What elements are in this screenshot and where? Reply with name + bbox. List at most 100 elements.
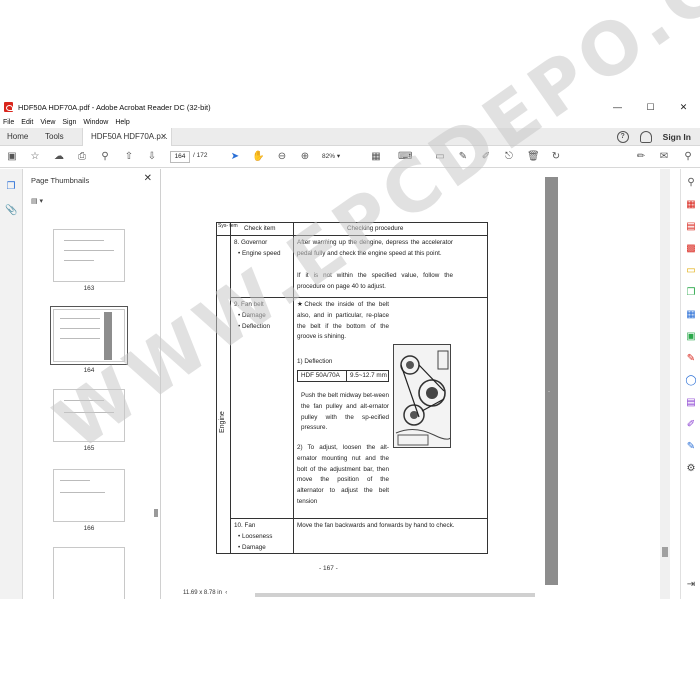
menu-help[interactable]: Help (115, 119, 129, 126)
acrobat-logo-icon (4, 102, 13, 112)
maximize-button[interactable]: ☐ (634, 97, 667, 117)
organize-pages-icon[interactable]: ▦ (685, 309, 697, 321)
zoom-search-icon[interactable]: ⚲ (685, 177, 697, 189)
menu-view[interactable]: View (40, 119, 55, 126)
zoom-level-value: 82% (322, 153, 336, 160)
help-icon[interactable]: ? (616, 131, 629, 143)
row-governor-item: 8. Governor (234, 239, 268, 246)
thumbnail-page-163[interactable] (53, 229, 125, 282)
checking-table: Sys- tem Check item Checking procedure E… (216, 222, 488, 554)
tab-bar-right: ? Sign In (616, 128, 700, 146)
page-size-value: 11.69 x 8.78 in (183, 590, 222, 596)
page-thumbnails-panel: Page Thumbnails ✕ ▤ ▾ 163 164 165 166 (23, 169, 161, 599)
tab-tools[interactable]: Tools (45, 128, 64, 146)
row-fan-sub-1: • Looseness (238, 533, 273, 540)
printed-page-number: - 167 - (319, 565, 338, 572)
save-icon[interactable]: ▣ (6, 151, 18, 163)
tab-document[interactable]: HDF50A HDF70A.p... ✕ (82, 128, 172, 146)
edit-pdf-icon[interactable]: ▩ (685, 243, 697, 255)
page-total: / 172 (193, 152, 208, 159)
thumbnail-label: 165 (83, 445, 95, 452)
fill-sign-tool-icon[interactable]: ✎ (685, 353, 697, 365)
horizontal-scroll-thumb[interactable] (255, 593, 535, 597)
next-page-icon[interactable]: ⇩ (146, 151, 158, 163)
thumbnail-label: 163 (83, 285, 95, 292)
stamp-icon[interactable]: ⎋ (503, 151, 515, 163)
zoom-level-select[interactable]: 82% ▾ (322, 151, 356, 163)
row-fan-sub-2: • Damage (238, 544, 266, 551)
thumbnail-page-165[interactable] (53, 389, 125, 442)
comment-icon[interactable]: ▭ (434, 151, 446, 163)
close-tab-icon[interactable]: ✕ (160, 128, 167, 146)
comment-tool-icon[interactable]: ▭ (685, 265, 697, 277)
engine-drawing (394, 345, 450, 447)
notifications-bell-icon[interactable] (639, 131, 652, 143)
thumbnail-page-166[interactable] (53, 469, 125, 522)
row-governor-procedure-1: After warming up the dengine, depress th… (297, 239, 453, 257)
left-navigation-rail: ❐ 📎 (0, 169, 23, 599)
thumbnail-page-167[interactable] (53, 547, 125, 599)
keyboard-icon[interactable]: ⌨ (398, 151, 412, 163)
thumbnail-options-icon[interactable]: ▤ ▾ (31, 197, 49, 207)
menu-window[interactable]: Window (83, 119, 108, 126)
page-thumbnails-icon[interactable]: ❐ (5, 181, 17, 193)
menu-file[interactable]: File (3, 119, 14, 126)
draw-pen-icon[interactable]: ✐ (480, 151, 492, 163)
more-tools-icon[interactable]: ⚙ (685, 463, 697, 475)
push-instruction: Push the belt midway bet-ween the fan pu… (301, 392, 389, 432)
adjust-instruction: 2) To adjust, loosen the alt-ernator mou… (297, 444, 389, 505)
thumbnail-page-164[interactable] (53, 309, 125, 362)
row-governor-sub: • Engine speed (238, 250, 281, 257)
measure-icon[interactable]: ✎ (685, 441, 697, 453)
menu-bar: File Edit View Sign Window Help (0, 117, 700, 128)
vertical-scrollbar[interactable] (660, 169, 670, 599)
scan-ocr-icon[interactable]: ▣ (685, 331, 697, 343)
page-fit-icon[interactable]: ▦ (370, 151, 382, 163)
combine-files-icon[interactable]: ❐ (685, 287, 697, 299)
prepare-form-icon[interactable]: ▤ (685, 397, 697, 409)
create-pdf-icon[interactable]: ▤ (685, 221, 697, 233)
panel-title: Page Thumbnails (31, 176, 90, 185)
minimize-button[interactable]: — (601, 97, 634, 117)
deflection-title: 1) Deflection (297, 358, 333, 365)
hand-tool-icon[interactable]: ✋ (252, 151, 264, 163)
vertical-scroll-thumb[interactable] (662, 547, 668, 557)
zoom-in-icon[interactable]: ⊕ (299, 151, 311, 163)
menu-sign[interactable]: Sign (62, 119, 76, 126)
horizontal-scrollbar[interactable] (175, 590, 655, 599)
search-icon[interactable]: ⚲ (682, 151, 694, 163)
engine-belt-figure (393, 344, 451, 448)
menu-edit[interactable]: Edit (21, 119, 33, 126)
expand-rail-icon[interactable]: ⇥ (685, 579, 697, 591)
close-window-button[interactable]: ✕ (667, 97, 700, 117)
rotate-icon[interactable]: ↻ (550, 151, 562, 163)
print-icon[interactable]: ⎙ (76, 151, 88, 163)
search-zoom-icon[interactable]: ⚲ (99, 151, 111, 163)
window-title: HDF50A HDF70A.pdf - Adobe Acrobat Reader… (18, 102, 211, 112)
protect-shield-icon[interactable]: ◯ (685, 375, 697, 387)
pdf-page: - Sys- tem Check item Checking procedure… (174, 169, 662, 589)
thumbnail-label: 166 (83, 525, 95, 532)
close-panel-icon[interactable]: ✕ (144, 173, 152, 184)
upload-cloud-icon[interactable]: ☁ (53, 151, 65, 163)
page-gray-strip (545, 177, 558, 585)
previous-page-icon[interactable]: ⇧ (123, 151, 135, 163)
send-for-signature-icon[interactable]: ✐ (685, 419, 697, 431)
bookmark-star-icon[interactable]: ☆ (29, 151, 41, 163)
thumbnail-scrollbar[interactable] (154, 219, 158, 599)
highlight-pen-icon[interactable]: ✎ (457, 151, 469, 163)
sign-in-button[interactable]: Sign In (663, 132, 691, 142)
export-pdf-icon[interactable]: ▦ (685, 199, 697, 211)
row-fanbelt-sub-2: • Deflection (238, 323, 270, 330)
fill-sign-icon[interactable]: ✏ (635, 151, 647, 163)
tab-home[interactable]: Home (7, 128, 28, 146)
window-controls: — ☐ ✕ (601, 97, 700, 117)
share-icon[interactable]: ✉ (658, 151, 670, 163)
select-cursor-icon[interactable]: ➤ (229, 151, 241, 163)
zoom-out-icon[interactable]: ⊖ (276, 151, 288, 163)
page-number-input[interactable]: 164 (170, 151, 190, 163)
document-view[interactable]: - Sys- tem Check item Checking procedure… (162, 169, 674, 599)
attachments-paperclip-icon[interactable]: 📎 (5, 205, 17, 217)
delete-trash-icon[interactable]: 🗑 (527, 151, 540, 163)
main-toolbar: ▣ ☆ ☁ ⎙ ⚲ ⇧ ⇩ 164 / 172 ➤ ✋ ⊖ ⊕ 82% ▾ ▦ … (0, 146, 700, 168)
